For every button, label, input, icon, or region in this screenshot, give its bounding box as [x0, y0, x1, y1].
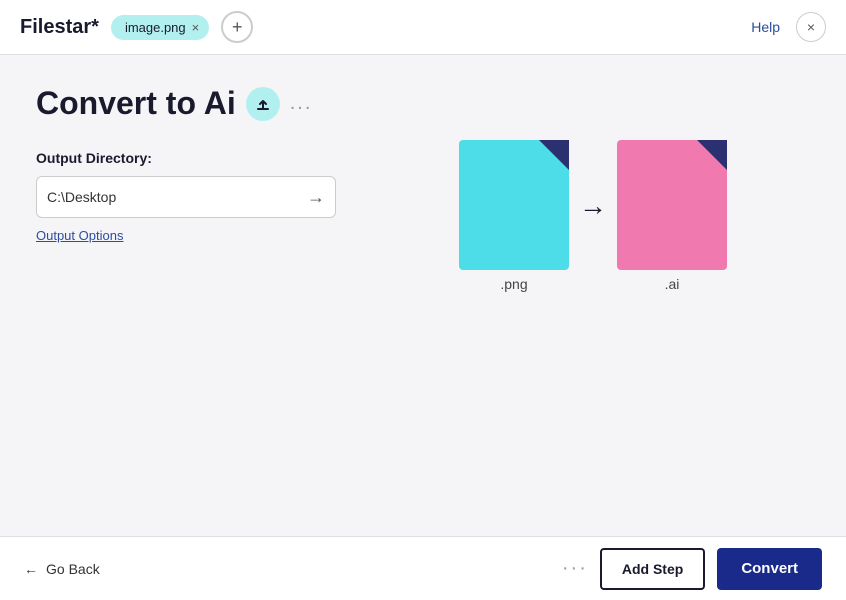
heading-row: Convert to Ai ...: [36, 85, 810, 122]
file-chip-label: image.png: [125, 20, 186, 35]
source-file-corner: [539, 140, 569, 170]
go-back-arrow-icon: ←: [24, 561, 38, 577]
target-file-icon: [617, 140, 727, 270]
file-chip[interactable]: image.png ×: [111, 15, 209, 40]
directory-input[interactable]: [47, 189, 299, 205]
target-file-corner: [697, 140, 727, 170]
target-file-label: .ai: [665, 276, 680, 292]
add-step-button[interactable]: Add Step: [600, 548, 705, 590]
directory-arrow-icon[interactable]: →: [307, 187, 325, 208]
app-title: Filestar*: [20, 16, 99, 39]
header-right: Help ×: [751, 12, 826, 42]
close-button[interactable]: ×: [796, 12, 826, 42]
target-file-body: [617, 140, 727, 270]
go-back-button[interactable]: ← Go Back: [24, 561, 100, 577]
main-content: Convert to Ai ... Output Directory: → Ou…: [0, 55, 846, 536]
header-left: Filestar* image.png × +: [20, 11, 253, 43]
help-link[interactable]: Help: [751, 19, 780, 35]
output-directory-label: Output Directory:: [36, 150, 336, 166]
app-footer: ← Go Back ··· Add Step Convert: [0, 536, 846, 600]
convert-button[interactable]: Convert: [717, 548, 822, 590]
file-illustration: .png → .ai: [376, 140, 810, 292]
upload-badge-button[interactable]: [246, 87, 280, 121]
directory-input-row: →: [36, 176, 336, 218]
go-back-label: Go Back: [46, 561, 100, 577]
footer-right: ··· Add Step Convert: [562, 548, 822, 590]
form-left: Output Directory: → Output Options: [36, 150, 336, 245]
conversion-arrow-icon: →: [579, 190, 607, 222]
upload-icon: [255, 96, 271, 112]
form-area: Output Directory: → Output Options .png …: [36, 150, 810, 292]
more-options-button[interactable]: ...: [290, 92, 313, 115]
add-tab-button[interactable]: +: [221, 11, 253, 43]
app-header: Filestar* image.png × + Help ×: [0, 0, 846, 55]
output-options-link[interactable]: Output Options: [36, 228, 123, 243]
footer-dots-button[interactable]: ···: [562, 557, 588, 580]
page-title: Convert to Ai: [36, 85, 236, 122]
source-file-label: .png: [500, 276, 527, 292]
source-file-icon: [459, 140, 569, 270]
source-file-body: [459, 140, 569, 270]
chip-close-icon[interactable]: ×: [192, 21, 200, 34]
